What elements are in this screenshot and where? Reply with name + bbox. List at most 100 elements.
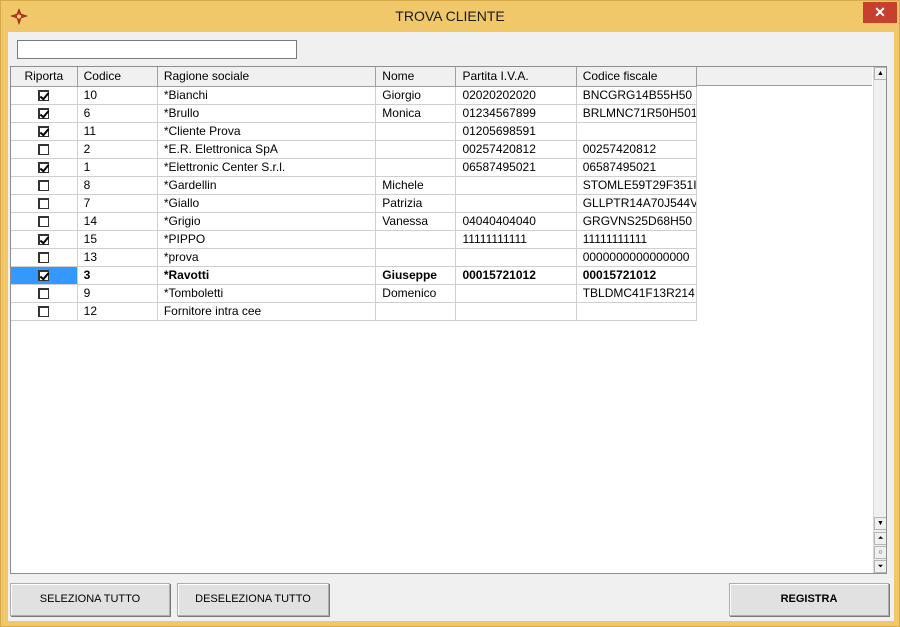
codice-fiscale-cell: 00015721012 bbox=[576, 266, 698, 285]
codice-fiscale-cell: BNCGRG14B55H50 bbox=[576, 86, 698, 105]
ragione-sociale-cell: *Gardellin bbox=[157, 176, 377, 195]
riporta-cell bbox=[11, 122, 78, 141]
register-button[interactable]: REGISTRA bbox=[729, 583, 889, 616]
nome-cell: Domenico bbox=[375, 284, 457, 303]
column-header-codice[interactable]: Codice bbox=[77, 67, 158, 87]
partita-iva-cell: 00257420812 bbox=[455, 140, 577, 159]
partita-iva-cell: 04040404040 bbox=[455, 212, 577, 231]
partita-iva-cell bbox=[455, 194, 577, 213]
scroll-bottom-icon[interactable]: ⏷ bbox=[874, 560, 886, 573]
codice-fiscale-cell: GLLPTR14A70J544V bbox=[576, 194, 698, 213]
nome-cell bbox=[375, 302, 457, 321]
riporta-checkbox[interactable] bbox=[38, 234, 50, 246]
table-header: Riporta Codice Ragione sociale Nome Part… bbox=[11, 67, 698, 87]
nome-cell bbox=[375, 248, 457, 267]
select-all-button[interactable]: SELEZIONA TUTTO bbox=[10, 583, 170, 616]
nome-cell: Patrizia bbox=[375, 194, 457, 213]
column-header-nome[interactable]: Nome bbox=[375, 67, 457, 87]
clients-grid[interactable]: Riporta Codice Ragione sociale Nome Part… bbox=[10, 66, 887, 574]
riporta-cell bbox=[11, 248, 78, 267]
riporta-checkbox[interactable] bbox=[38, 216, 50, 228]
window-title: TROVA CLIENTE bbox=[395, 8, 505, 24]
partita-iva-cell: 06587495021 bbox=[455, 158, 577, 177]
codice-cell: 15 bbox=[77, 230, 158, 249]
riporta-checkbox[interactable] bbox=[38, 270, 50, 282]
nome-cell bbox=[375, 158, 457, 177]
scroll-up-icon[interactable]: ▲ bbox=[874, 67, 886, 80]
scroll-center-icon[interactable]: ○ bbox=[874, 546, 886, 559]
partita-iva-cell: 02020202020 bbox=[455, 86, 577, 105]
riporta-checkbox[interactable] bbox=[38, 108, 50, 120]
codice-cell: 7 bbox=[77, 194, 158, 213]
codice-fiscale-cell: STOMLE59T29F351I bbox=[576, 176, 698, 195]
partita-iva-cell bbox=[455, 176, 577, 195]
codice-fiscale-cell: 00257420812 bbox=[576, 140, 698, 159]
table-row[interactable]: 9 *Tomboletti Domenico TBLDMC41F13R214 bbox=[11, 284, 698, 303]
table-row[interactable]: 8 *Gardellin Michele STOMLE59T29F351I bbox=[11, 176, 698, 195]
table-row[interactable]: 12 Fornitore intra cee bbox=[11, 302, 698, 321]
title-bar[interactable]: TROVA CLIENTE ✕ bbox=[1, 1, 899, 32]
riporta-checkbox[interactable] bbox=[38, 306, 50, 318]
column-header-partita-iva[interactable]: Partita I.V.A. bbox=[455, 67, 577, 87]
table-row[interactable]: 14 *Grigio Vanessa 04040404040 GRGVNS25D68H5… bbox=[11, 212, 698, 231]
codice-fiscale-cell: 0000000000000000 bbox=[576, 248, 698, 267]
deselect-all-button[interactable]: DESELEZIONA TUTTO bbox=[177, 583, 329, 616]
riporta-checkbox[interactable] bbox=[38, 162, 50, 174]
riporta-cell bbox=[11, 158, 78, 177]
riporta-cell bbox=[11, 194, 78, 213]
vertical-scrollbar[interactable]: ▲ ▼ ⏶ ○ ⏷ bbox=[873, 67, 886, 573]
table-row[interactable]: 11 *Cliente Prova 01205698591 bbox=[11, 122, 698, 141]
riporta-cell bbox=[11, 284, 78, 303]
ragione-sociale-cell: *Tomboletti bbox=[157, 284, 377, 303]
table-row[interactable]: 3 *Ravotti Giuseppe 00015721012 00015721012 bbox=[11, 266, 698, 285]
ragione-sociale-cell: *E.R. Elettronica SpA bbox=[157, 140, 377, 159]
column-header-ragione-sociale[interactable]: Ragione sociale bbox=[157, 67, 377, 87]
codice-cell: 13 bbox=[77, 248, 158, 267]
clients-table: Riporta Codice Ragione sociale Nome Part… bbox=[11, 67, 698, 321]
codice-cell: 2 bbox=[77, 140, 158, 159]
codice-cell: 6 bbox=[77, 104, 158, 123]
nome-cell: Vanessa bbox=[375, 212, 457, 231]
table-row[interactable]: 1 *Elettronic Center S.r.l. 06587495021 065… bbox=[11, 158, 698, 177]
nome-cell: Giuseppe bbox=[375, 266, 457, 285]
table-body: 10 *Bianchi Giorgio 02020202020 BNCGRG14B55H… bbox=[11, 86, 698, 321]
nome-cell: Monica bbox=[375, 104, 457, 123]
riporta-checkbox[interactable] bbox=[38, 144, 50, 156]
close-button[interactable]: ✕ bbox=[863, 2, 897, 23]
table-row[interactable]: 6 *Brullo Monica 01234567899 BRLMNC71R50H501 bbox=[11, 104, 698, 123]
table-row[interactable]: 10 *Bianchi Giorgio 02020202020 BNCGRG14B55H… bbox=[11, 86, 698, 105]
codice-fiscale-cell bbox=[576, 302, 698, 321]
riporta-checkbox[interactable] bbox=[38, 252, 50, 264]
search-input[interactable] bbox=[17, 40, 297, 59]
riporta-checkbox[interactable] bbox=[38, 198, 50, 210]
table-row[interactable]: 15 *PIPPO 11111111111 11111111111 bbox=[11, 230, 698, 249]
nome-cell bbox=[375, 122, 457, 141]
codice-fiscale-cell: 11111111111 bbox=[576, 230, 698, 249]
table-row[interactable]: 2 *E.R. Elettronica SpA 00257420812 0025742… bbox=[11, 140, 698, 159]
codice-cell: 9 bbox=[77, 284, 158, 303]
column-header-riporta[interactable]: Riporta bbox=[11, 67, 78, 87]
partita-iva-cell: 11111111111 bbox=[455, 230, 577, 249]
partita-iva-cell: 01234567899 bbox=[455, 104, 577, 123]
codice-fiscale-cell: BRLMNC71R50H501 bbox=[576, 104, 698, 123]
ragione-sociale-cell: *Elettronic Center S.r.l. bbox=[157, 158, 377, 177]
scroll-top-icon[interactable]: ⏶ bbox=[874, 532, 886, 545]
codice-cell: 8 bbox=[77, 176, 158, 195]
riporta-cell bbox=[11, 86, 78, 105]
codice-cell: 12 bbox=[77, 302, 158, 321]
scroll-down-icon[interactable]: ▼ bbox=[874, 517, 886, 530]
table-row[interactable]: 13 *prova 0000000000000000 bbox=[11, 248, 698, 267]
codice-cell: 11 bbox=[77, 122, 158, 141]
riporta-checkbox[interactable] bbox=[38, 90, 50, 102]
riporta-checkbox[interactable] bbox=[38, 126, 50, 138]
ragione-sociale-cell: *Cliente Prova bbox=[157, 122, 377, 141]
client-area: Riporta Codice Ragione sociale Nome Part… bbox=[8, 32, 894, 621]
codice-cell: 14 bbox=[77, 212, 158, 231]
riporta-checkbox[interactable] bbox=[38, 180, 50, 192]
riporta-checkbox[interactable] bbox=[38, 288, 50, 300]
column-header-codice-fiscale[interactable]: Codice fiscale bbox=[576, 67, 698, 87]
table-row[interactable]: 7 *Giallo Patrizia GLLPTR14A70J544V bbox=[11, 194, 698, 213]
riporta-cell bbox=[11, 212, 78, 231]
trova-cliente-window: TROVA CLIENTE ✕ Riporta Codice Ragione s… bbox=[0, 0, 900, 627]
riporta-cell bbox=[11, 176, 78, 195]
